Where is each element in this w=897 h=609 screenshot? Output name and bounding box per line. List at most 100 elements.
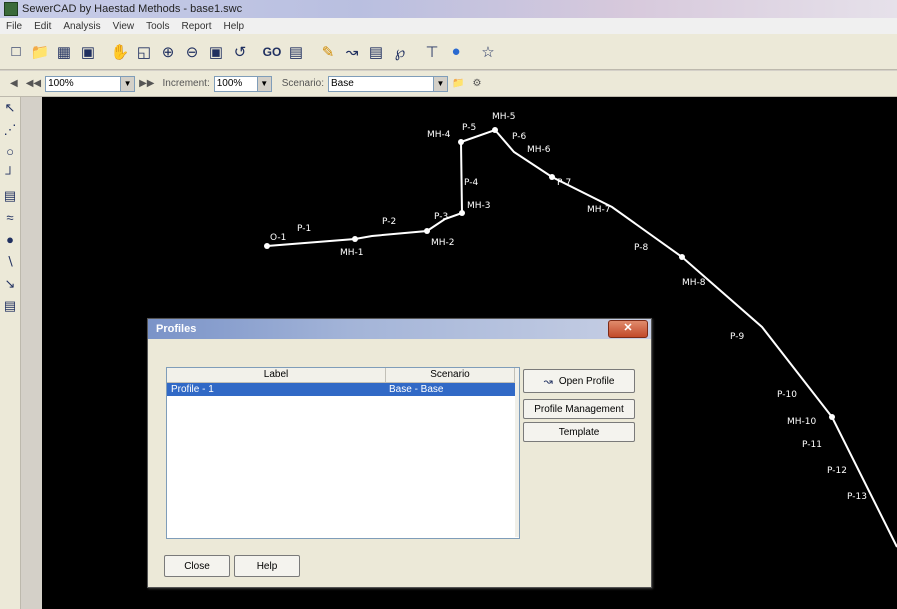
node-label: O-1 <box>270 233 286 243</box>
column-label[interactable]: Label <box>167 368 386 382</box>
close-button[interactable]: Close <box>164 555 230 577</box>
help-icon[interactable]: ☆ <box>478 41 498 63</box>
dialog-title: Profiles <box>156 323 197 335</box>
menu-file[interactable]: File <box>0 21 28 32</box>
open-profile-button[interactable]: ↝ Open Profile <box>523 369 635 393</box>
scenario-label: Scenario: <box>281 78 324 89</box>
column-scenario[interactable]: Scenario <box>386 368 515 382</box>
row-label: Profile - 1 <box>171 384 214 395</box>
menu-view[interactable]: View <box>107 21 141 32</box>
manhole-node[interactable] <box>549 174 555 180</box>
zoom-value: 100% <box>48 78 74 89</box>
zoom-extents-icon[interactable]: ▣ <box>206 41 226 63</box>
manhole-node[interactable] <box>679 254 685 260</box>
help-label: Help <box>256 560 278 572</box>
profile-icon: ↝ <box>543 375 553 388</box>
menu-tools[interactable]: Tools <box>140 21 175 32</box>
color-code-icon[interactable]: ✎ <box>318 41 338 63</box>
calendar-icon[interactable]: ▤ <box>286 41 306 63</box>
pipe-label: P-2 <box>382 217 396 227</box>
rewind-icon[interactable]: ◀ <box>10 78 18 89</box>
step-forward-icon[interactable]: ▶▶ <box>139 78 154 89</box>
table-row[interactable]: Profile - 1 Base - Base <box>167 383 519 396</box>
profile-icon[interactable]: ↝ <box>342 41 362 63</box>
globe-icon[interactable]: ● <box>446 41 466 63</box>
manhole-node[interactable] <box>424 228 430 234</box>
app-icon <box>4 2 18 16</box>
template-button[interactable]: Template <box>523 422 635 442</box>
scenario-value: Base <box>330 78 354 89</box>
go-icon[interactable]: GO <box>262 41 282 63</box>
menu-edit[interactable]: Edit <box>28 21 57 32</box>
annotation-icon[interactable]: ℘ <box>390 41 410 63</box>
print-preview-icon[interactable]: ▣ <box>78 41 98 63</box>
chevron-down-icon[interactable]: ▼ <box>256 76 271 91</box>
node-label: MH-7 <box>587 205 611 215</box>
gravity-pipe-tool-icon[interactable]: ↘ <box>2 275 18 293</box>
save-icon[interactable]: ▦ <box>54 41 74 63</box>
menu-report[interactable]: Report <box>175 21 217 32</box>
table-header: Label Scenario <box>167 368 519 383</box>
manhole-node[interactable] <box>458 139 464 145</box>
pipe-label: P-7 <box>557 178 571 188</box>
text-tool-icon[interactable]: ▤ <box>2 297 18 315</box>
profiles-table: Label Scenario Profile - 1 Base - Base <box>166 367 520 539</box>
zoom-out-icon[interactable]: ⊖ <box>182 41 202 63</box>
pipe-label: P-9 <box>730 332 744 342</box>
manhole-node[interactable] <box>459 210 465 216</box>
node-label: MH-5 <box>492 112 516 122</box>
manhole-tool-icon[interactable]: ○ <box>2 143 18 161</box>
manhole-node[interactable] <box>829 414 835 420</box>
pipe-tool-icon[interactable]: ⋰ <box>2 121 18 139</box>
chevron-down-icon[interactable]: ▼ <box>120 76 135 91</box>
scenario-toolbar: ◀ ◀◀ 100% ▼ ▶▶ Increment: 100% ▼ Scenari… <box>0 71 897 97</box>
pipe-label: P-5 <box>462 123 476 133</box>
scenario-folder-icon[interactable]: 📁 <box>452 78 464 89</box>
pipe-label: P-6 <box>512 132 526 142</box>
graph-icon[interactable]: ▤ <box>366 41 386 63</box>
manhole-node[interactable] <box>352 236 358 242</box>
close-label: Close <box>184 560 210 572</box>
new-file-icon[interactable]: □ <box>6 41 26 63</box>
scenario-manager-icon[interactable]: ⚙ <box>472 78 481 89</box>
step-back-icon[interactable]: ◀◀ <box>26 78 41 89</box>
open-profile-label: Open Profile <box>558 375 615 387</box>
table-scrollbar[interactable] <box>515 382 519 537</box>
profiles-dialog: Profiles ✕ Label Scenario Profile - 1 Ba… <box>147 318 652 588</box>
pipe-label: P-11 <box>802 440 822 450</box>
help-button[interactable]: Help <box>234 555 300 577</box>
close-icon[interactable]: ✕ <box>608 320 648 338</box>
pump-tool-icon[interactable]: ≈ <box>2 209 18 227</box>
outlet-tool-icon[interactable]: ┘ <box>2 165 18 183</box>
node-label: MH-6 <box>527 145 551 155</box>
zoom-combo[interactable]: 100% ▼ <box>45 75 136 92</box>
chevron-down-icon[interactable]: ▼ <box>432 76 447 91</box>
select-arrow-icon[interactable]: ↖ <box>2 99 18 117</box>
menu-bar: File Edit Analysis View Tools Report Hel… <box>0 18 897 34</box>
dialog-title-bar: Profiles ✕ <box>148 319 651 339</box>
pipe-label: P-4 <box>464 178 478 188</box>
wet-well-tool-icon[interactable]: ▤ <box>2 187 18 205</box>
manhole-node[interactable] <box>492 127 498 133</box>
scenario-combo[interactable]: Base ▼ <box>327 75 448 92</box>
junction-tool-icon[interactable]: ● <box>2 231 18 249</box>
menu-analysis[interactable]: Analysis <box>57 21 106 32</box>
profile-management-button[interactable]: Profile Management <box>523 399 635 419</box>
pipe-label: P-3 <box>434 212 448 222</box>
menu-help[interactable]: Help <box>217 21 250 32</box>
pan-icon[interactable]: ✋ <box>110 41 130 63</box>
open-folder-icon[interactable]: 📁 <box>30 41 50 63</box>
pressure-pipe-tool-icon[interactable]: ∖ <box>2 253 18 271</box>
node-label: MH-2 <box>431 238 455 248</box>
zoom-in-icon[interactable]: ⊕ <box>158 41 178 63</box>
outlet-node[interactable] <box>264 243 270 249</box>
zoom-previous-icon[interactable]: ↺ <box>230 41 250 63</box>
layout-toolbar: ↖ ⋰ ○ ┘ ▤ ≈ ● ∖ ↘ ▤ <box>0 97 21 609</box>
increment-combo[interactable]: 100% ▼ <box>213 75 272 92</box>
pipe-label: P-8 <box>634 243 648 253</box>
tools-icon[interactable]: ⊤ <box>422 41 442 63</box>
increment-value: 100% <box>216 78 243 89</box>
node-label: MH-10 <box>787 417 817 427</box>
zoom-window-icon[interactable]: ◱ <box>134 41 154 63</box>
main-toolbar: □ 📁 ▦ ▣ ✋ ◱ ⊕ ⊖ ▣ ↺ GO ▤ ✎ ↝ ▤ ℘ ⊤ ● ☆ <box>0 34 897 70</box>
